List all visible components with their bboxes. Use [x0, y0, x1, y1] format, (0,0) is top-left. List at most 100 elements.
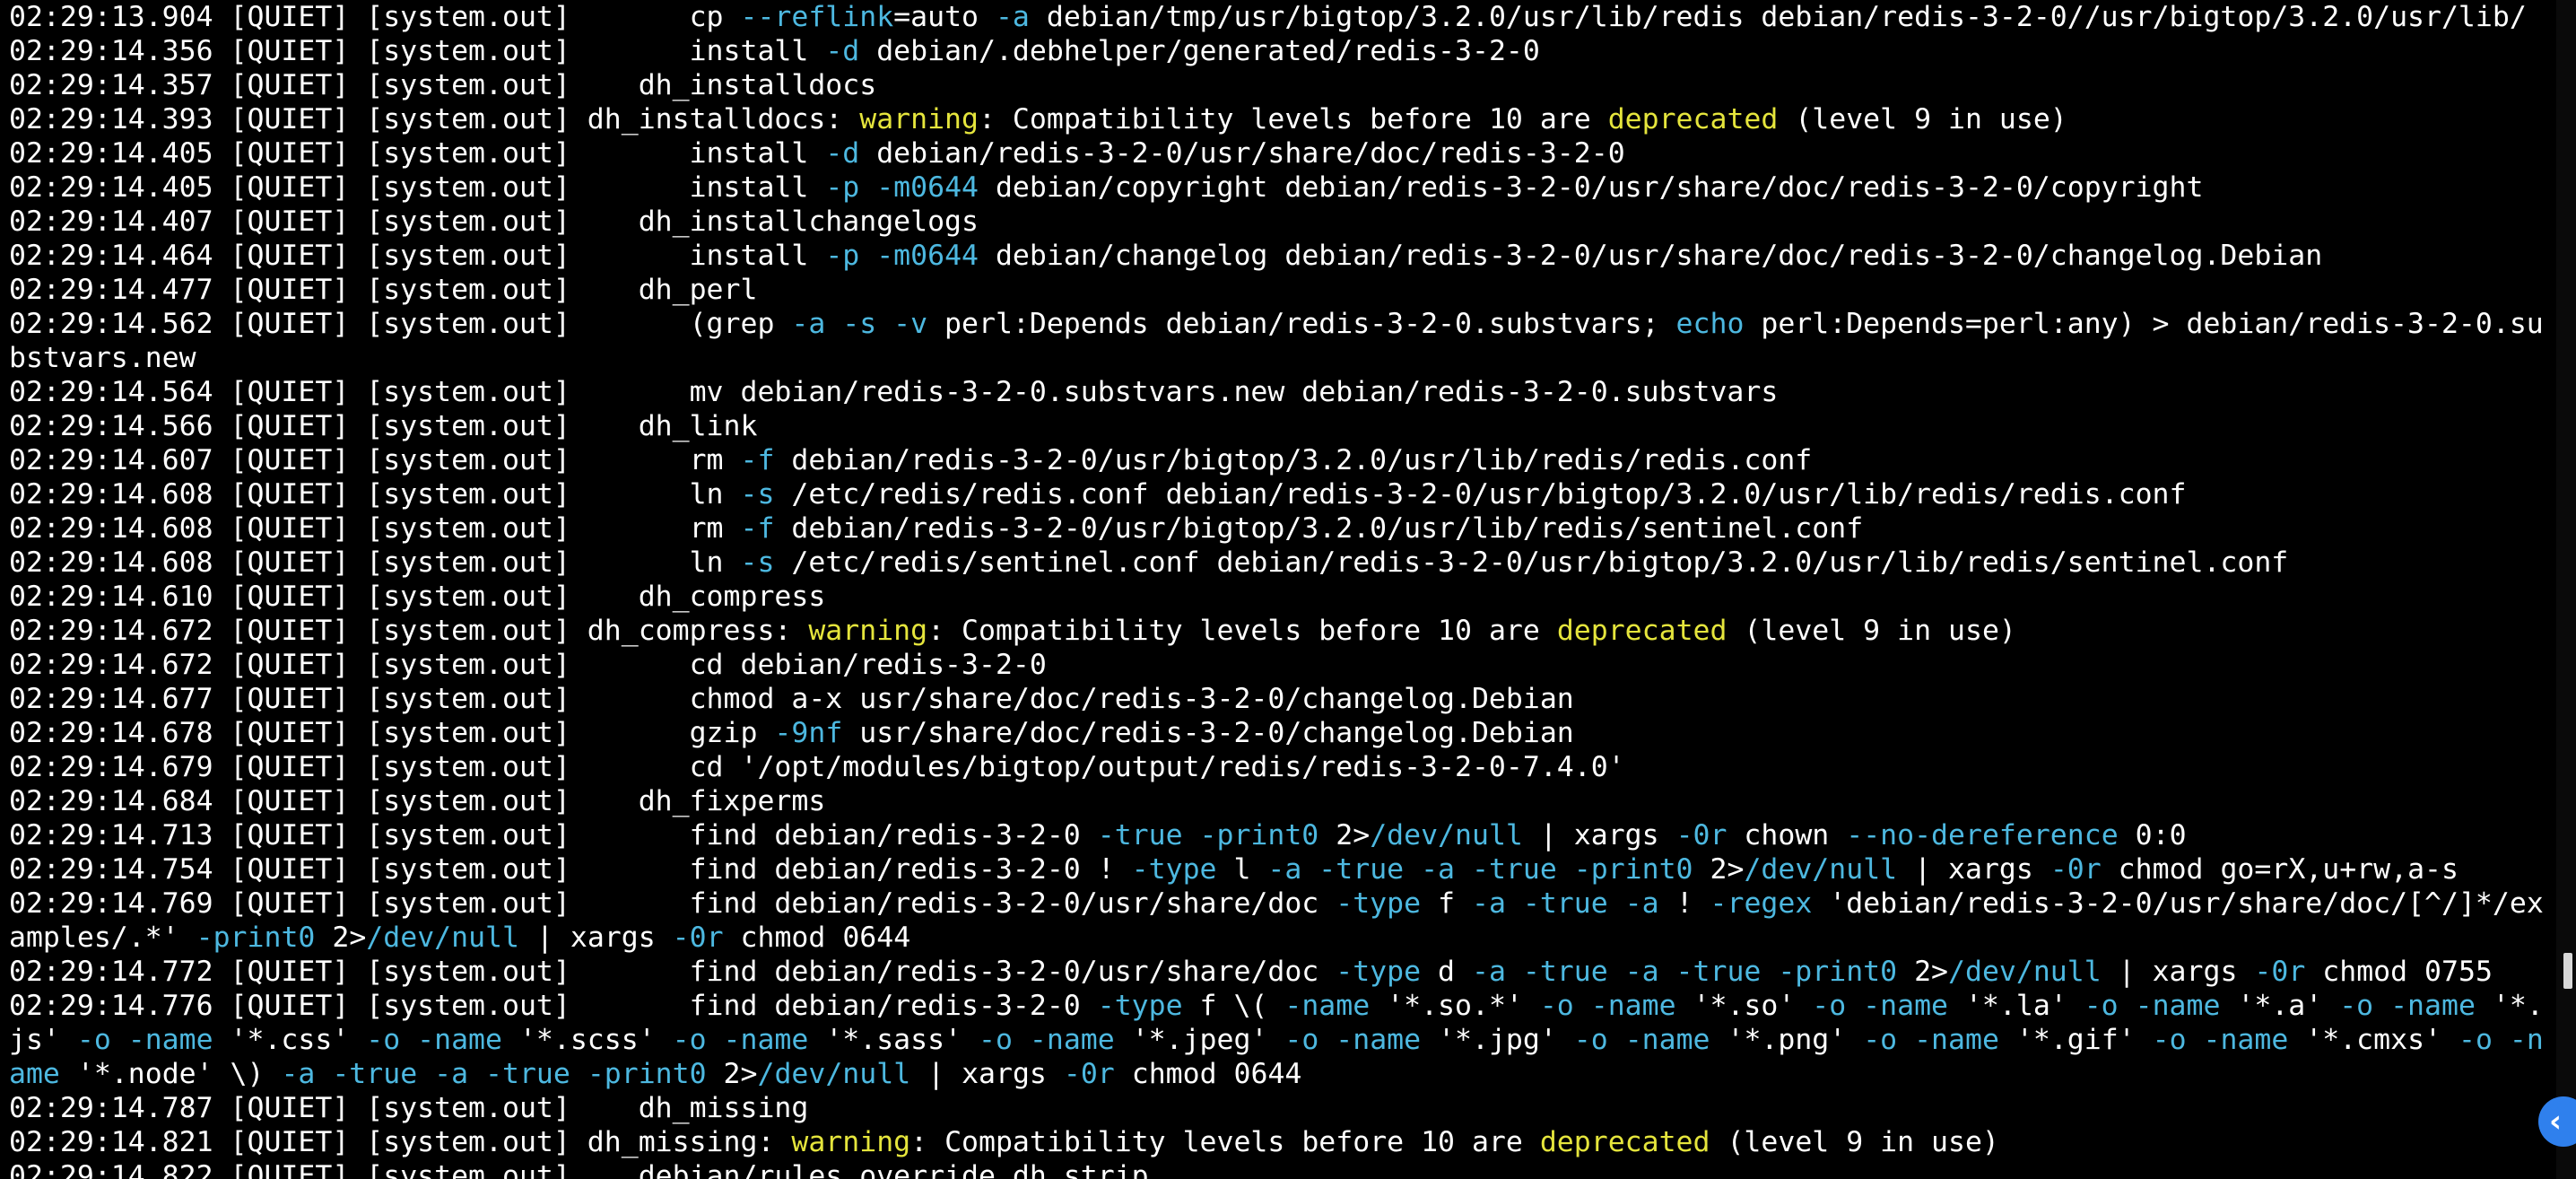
log-text: 02:29:14.608 [QUIET] [system.out] ln: [9, 546, 741, 579]
log-text: d: [1421, 956, 1472, 988]
log-text: /etc/redis/redis.conf debian/redis-3-2-0…: [774, 478, 2187, 511]
log-line: 02:29:14.393 [QUIET] [system.out] dh_ins…: [9, 102, 2556, 136]
log-text: 0:0: [2118, 819, 2187, 852]
log-line: 02:29:14.677 [QUIET] [system.out] chmod …: [9, 682, 2556, 716]
log-highlight-warning: warning: [859, 103, 979, 135]
log-line: 02:29:14.713 [QUIET] [system.out] find d…: [9, 818, 2556, 852]
log-text: 02:29:14.607 [QUIET] [system.out] rm: [9, 444, 741, 476]
log-text: chmod go=rX,u+rw,a-s: [2101, 853, 2459, 886]
log-highlight-warning: warning: [791, 1126, 911, 1158]
log-highlight-option: -o -name: [2084, 990, 2221, 1022]
log-highlight-option: -0r: [1675, 819, 1727, 852]
log-highlight-option: -print0: [196, 921, 316, 954]
log-highlight-option: -0r: [2049, 853, 2102, 886]
log-text: 02:29:14.464 [QUIET] [system.out] instal…: [9, 240, 826, 272]
terminal-output[interactable]: 02:29:13.904 [QUIET] [system.out] cp --r…: [0, 0, 2556, 1179]
log-highlight-warning: deprecated: [1607, 103, 1779, 135]
log-text: chmod 0644: [723, 921, 911, 954]
log-text: 2>: [315, 921, 367, 954]
log-text: (level 9 in use): [1778, 103, 2067, 135]
log-text: debian/changelog debian/redis-3-2-0/usr/…: [979, 240, 2323, 272]
log-highlight-option: -true -print0: [1097, 819, 1319, 852]
scrollbar-thumb[interactable]: [2563, 953, 2572, 989]
log-line: 02:29:14.679 [QUIET] [system.out] cd '/o…: [9, 750, 2556, 784]
log-text: 02:29:14.564 [QUIET] [system.out] mv deb…: [9, 376, 1779, 408]
log-text: 02:29:14.677 [QUIET] [system.out] chmod …: [9, 683, 1574, 715]
log-highlight-option: -d: [825, 137, 860, 170]
log-highlight-option: -o -name: [76, 1024, 213, 1056]
log-highlight-option: -s: [740, 546, 775, 579]
log-highlight-warning: warning: [808, 615, 928, 647]
log-line: 02:29:14.684 [QUIET] [system.out] dh_fix…: [9, 784, 2556, 818]
log-line: 02:29:14.678 [QUIET] [system.out] gzip -…: [9, 716, 2556, 750]
log-text: 02:29:14.608 [QUIET] [system.out] ln: [9, 478, 741, 511]
log-highlight-option: -p -m0644: [825, 171, 979, 204]
log-line: 02:29:14.477 [QUIET] [system.out] dh_per…: [9, 273, 2556, 307]
log-text: 02:29:14.821 [QUIET] [system.out] dh_mis…: [9, 1126, 792, 1158]
log-text: 02:29:14.776 [QUIET] [system.out] find d…: [9, 990, 1098, 1022]
log-highlight-option: /dev/null: [757, 1058, 911, 1090]
log-text: perl:Depends debian/redis-3-2-0.substvar…: [927, 308, 1676, 340]
log-highlight-option: echo: [1675, 308, 1745, 340]
log-line: 02:29:14.821 [QUIET] [system.out] dh_mis…: [9, 1125, 2556, 1159]
log-text: 02:29:14.608 [QUIET] [system.out] rm: [9, 512, 741, 545]
log-line: 02:29:14.822 [QUIET] [system.out] debian…: [9, 1159, 2556, 1179]
log-text: 02:29:14.610 [QUIET] [system.out] dh_com…: [9, 581, 826, 613]
log-highlight-option: -name: [1284, 990, 1371, 1022]
log-text: : Compatibility levels before 10 are: [927, 615, 1557, 647]
log-highlight-option: -o -name: [2339, 990, 2476, 1022]
log-highlight-option: -a -s -v: [791, 308, 928, 340]
log-line: 02:29:14.608 [QUIET] [system.out] ln -s …: [9, 546, 2556, 580]
log-highlight-option: -f: [740, 444, 775, 476]
log-highlight-option: --reflink: [740, 1, 894, 33]
log-line: 02:29:14.672 [QUIET] [system.out] dh_com…: [9, 614, 2556, 648]
log-line: 02:29:14.407 [QUIET] [system.out] dh_ins…: [9, 205, 2556, 239]
log-highlight-option: -o -name: [672, 1024, 809, 1056]
log-text: 02:29:14.772 [QUIET] [system.out] find d…: [9, 956, 1336, 988]
log-text: '*.jpg': [1421, 1024, 1574, 1056]
log-text: : Compatibility levels before 10 are: [979, 103, 1608, 135]
scrollbar[interactable]: [2556, 0, 2576, 1179]
log-text: usr/share/doc/redis-3-2-0/changelog.Debi…: [842, 717, 1574, 749]
log-line: 02:29:14.405 [QUIET] [system.out] instal…: [9, 136, 2556, 170]
log-line: 02:29:14.787 [QUIET] [system.out] dh_mis…: [9, 1091, 2556, 1125]
log-highlight-warning: deprecated: [1539, 1126, 1710, 1158]
log-highlight-option: -type: [1131, 853, 1217, 886]
log-line: 02:29:14.564 [QUIET] [system.out] mv deb…: [9, 375, 2556, 409]
log-text: debian/tmp/usr/bigtop/3.2.0/usr/lib/redi…: [1029, 1, 2527, 33]
log-text: !: [1658, 887, 1710, 920]
log-text: 02:29:14.405 [QUIET] [system.out] instal…: [9, 171, 826, 204]
log-highlight-option: -f: [740, 512, 775, 545]
log-line: 02:29:14.566 [QUIET] [system.out] dh_lin…: [9, 409, 2556, 443]
log-text: 02:29:14.678 [QUIET] [system.out] gzip: [9, 717, 775, 749]
log-text: '*.so': [1675, 990, 1813, 1022]
log-text: 02:29:14.787 [QUIET] [system.out] dh_mis…: [9, 1092, 809, 1124]
log-highlight-option: /dev/null: [366, 921, 519, 954]
log-text: 2>: [1693, 853, 1745, 886]
log-text: '*.css': [213, 1024, 367, 1056]
log-text: l: [1216, 853, 1268, 886]
log-highlight-option: -o -name: [979, 1024, 1115, 1056]
log-text: | xargs: [2101, 956, 2255, 988]
log-highlight-option: -a -true -a -true -print0: [281, 1058, 707, 1090]
log-text: 02:29:14.405 [QUIET] [system.out] instal…: [9, 137, 826, 170]
log-highlight-option: -o -name: [1539, 990, 1676, 1022]
log-text: '*.so.*': [1370, 990, 1540, 1022]
log-text: f \(: [1182, 990, 1285, 1022]
log-line: 02:29:14.608 [QUIET] [system.out] ln -s …: [9, 477, 2556, 511]
log-highlight-option: -type: [1336, 887, 1422, 920]
log-line: 02:29:13.904 [QUIET] [system.out] cp --r…: [9, 0, 2556, 34]
log-text: debian/copyright debian/redis-3-2-0/usr/…: [979, 171, 2204, 204]
log-line: 02:29:14.464 [QUIET] [system.out] instal…: [9, 239, 2556, 273]
log-text: chown: [1727, 819, 1847, 852]
log-text: | xargs: [910, 1058, 1064, 1090]
log-text: '*.scss': [501, 1024, 673, 1056]
log-highlight-option: -9nf: [774, 717, 843, 749]
log-highlight-warning: deprecated: [1556, 615, 1727, 647]
log-highlight-option: /dev/null: [1370, 819, 1523, 852]
log-text: chmod 0644: [1114, 1058, 1302, 1090]
log-text: /etc/redis/sentinel.conf debian/redis-3-…: [774, 546, 2289, 579]
log-line: 02:29:14.356 [QUIET] [system.out] instal…: [9, 34, 2556, 68]
log-text: '*.jpeg': [1114, 1024, 1285, 1056]
log-text: 02:29:14.356 [QUIET] [system.out] instal…: [9, 35, 826, 67]
